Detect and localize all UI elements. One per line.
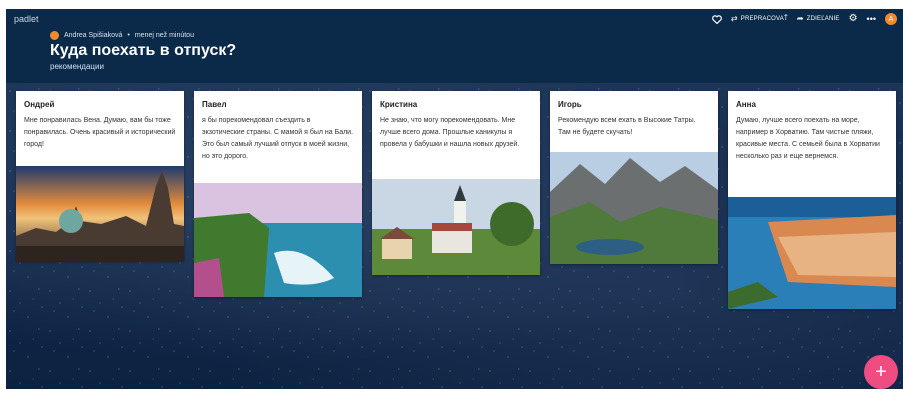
remake-icon: ⇄: [730, 14, 738, 23]
post-card[interactable]: Анна Думаю, лучше всего поехать на море,…: [728, 91, 896, 309]
gear-icon[interactable]: ⚙: [849, 14, 858, 24]
padlet-window: padlet Andrea Spišiaková • menej než min…: [6, 9, 903, 389]
plus-icon: +: [875, 360, 887, 383]
author-avatar: [50, 31, 59, 40]
remake-button[interactable]: ⇄ PREPRACOVAŤ: [731, 15, 788, 23]
post-image[interactable]: [16, 166, 184, 261]
board-header: padlet Andrea Spišiaková • menej než min…: [6, 9, 903, 83]
padlet-logo[interactable]: padlet: [14, 14, 39, 24]
post-image[interactable]: [372, 179, 540, 275]
post-title: Ондрей: [24, 100, 55, 109]
add-post-button[interactable]: +: [864, 355, 898, 389]
post-image[interactable]: [550, 152, 718, 264]
board-byline: Andrea Spišiaková • menej než minútou: [50, 31, 194, 40]
post-image[interactable]: [194, 183, 362, 297]
heart-icon[interactable]: [711, 14, 722, 24]
share-label: ZDIEĽANIE: [806, 16, 840, 22]
remake-label: PREPRACOVAŤ: [740, 16, 788, 22]
board-title: Куда поехать в отпуск?: [50, 42, 237, 59]
post-text: Думаю, лучше всего поехать на море, напр…: [736, 117, 880, 160]
post-card[interactable]: Кристина Не знаю, что могу порекомендова…: [372, 91, 540, 275]
user-avatar[interactable]: A: [885, 13, 897, 25]
board-subtitle: рекомендации: [50, 62, 104, 71]
post-title: Павел: [202, 100, 227, 109]
byline-separator: •: [127, 32, 130, 39]
post-title: Игорь: [558, 100, 582, 109]
post-card[interactable]: Павел я бы порекомендовал съездить в экз…: [194, 91, 362, 297]
author-name: Andrea Spišiaková: [64, 32, 123, 39]
share-button[interactable]: ➦ ZDIEĽANIE: [797, 15, 840, 23]
post-card[interactable]: Игорь Рекомендую всем ехать в Высокие Та…: [550, 91, 718, 264]
post-text: Рекомендую всем ехать в Высокие Татры. Т…: [558, 117, 696, 136]
padlet-wall: Ондрей Мне понравилась Вена. Думаю, вам …: [6, 83, 903, 389]
post-text: Мне понравилась Вена. Думаю, вам бы тоже…: [24, 117, 176, 148]
post-title: Анна: [736, 100, 756, 109]
post-card[interactable]: Ондрей Мне понравилась Вена. Думаю, вам …: [16, 91, 184, 261]
share-icon: ➦: [796, 14, 804, 23]
toolbar: ⇄ PREPRACOVAŤ ➦ ZDIEĽANIE ⚙ ••• A: [711, 11, 897, 27]
more-icon[interactable]: •••: [867, 14, 876, 24]
post-text: Не знаю, что могу порекомендовать. Мне л…: [380, 117, 520, 148]
last-updated: menej než minútou: [134, 32, 194, 39]
post-title: Кристина: [380, 100, 418, 109]
post-text: я бы порекомендовал съездить в экзотичес…: [202, 117, 354, 160]
post-image[interactable]: [728, 197, 896, 309]
